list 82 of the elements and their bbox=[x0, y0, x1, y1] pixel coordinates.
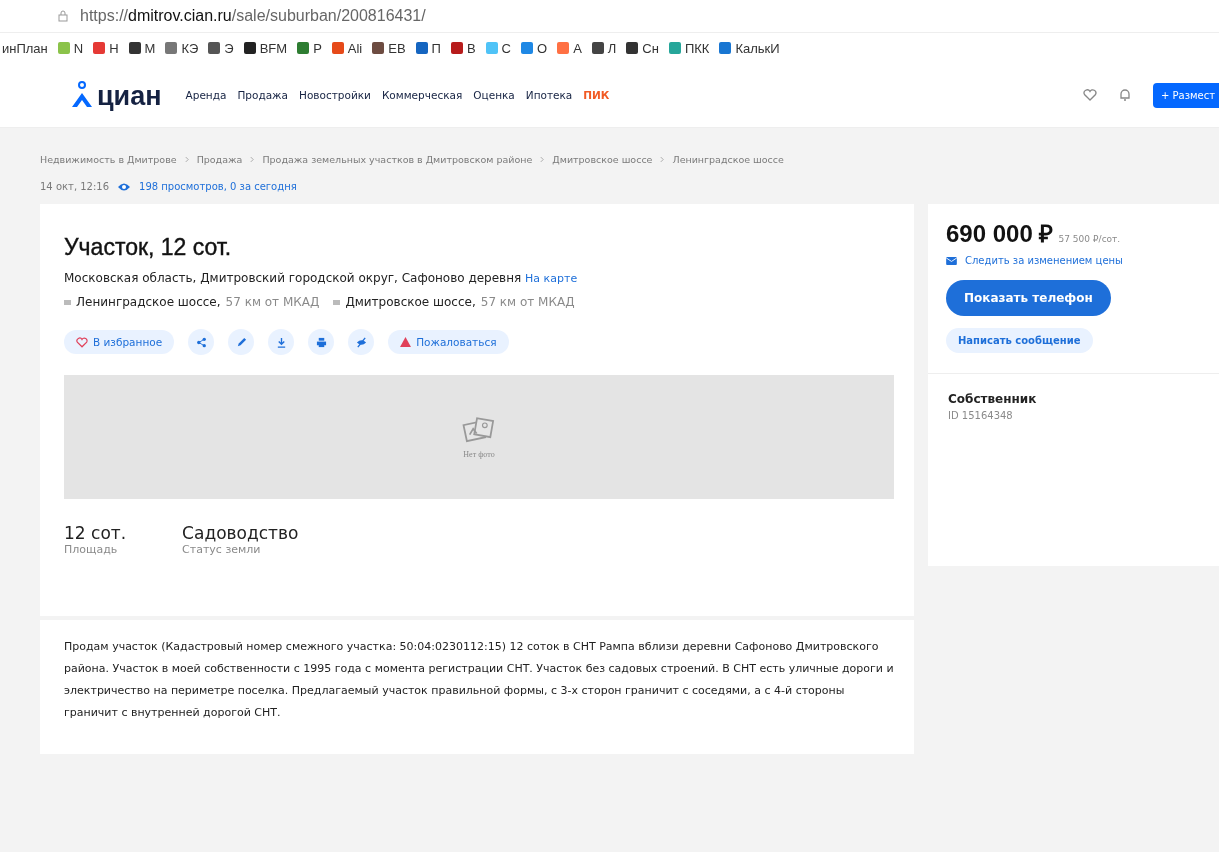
address-text: Московская область, Дмитровский городской округ, Сафоново деревня bbox=[64, 271, 522, 285]
photos-icon bbox=[462, 415, 496, 444]
print-button[interactable] bbox=[308, 329, 335, 355]
hide-button[interactable] bbox=[348, 329, 375, 355]
highway-icon bbox=[333, 299, 341, 305]
address-field[interactable]: https://dmitrov.cian.ru/sale/suburban/200816431/ bbox=[80, 7, 426, 25]
breadcrumb-link[interactable]: Продажа bbox=[196, 154, 243, 165]
bookmark[interactable]: Сн bbox=[626, 40, 659, 56]
nav-link[interactable]: Коммерческая bbox=[381, 89, 463, 101]
chevron-icon bbox=[540, 156, 545, 163]
highway-name: Ленинградское шоссе, bbox=[76, 295, 221, 309]
bookmark[interactable]: N bbox=[57, 40, 84, 56]
chevron-icon bbox=[660, 156, 665, 163]
description-text: Продам участок (Кадастровый номер смежного участка: 50:04:0230112:15) 12 соток в СНТ Рампа вблизи деревни Сафоново Дмитровского района. Участок в моей собственности с 1995 года с момента регистрации СНТ. Участок без садовых строений. В СНТ есть уличные дороги и электричество на периметре поселка. Предлагаемый участок правильной формы, с 3-х сторон граничит с соседями, а с 4-й стороны граничит с внутренней дорогой СНТ. bbox=[64, 639, 894, 721]
favorite-button[interactable]: В избранное bbox=[64, 330, 175, 354]
heart-icon[interactable] bbox=[1082, 89, 1097, 101]
price: 690 000 ₽ bbox=[946, 220, 1054, 247]
breadcrumb-link[interactable]: Недвижимость в Дмитрове bbox=[40, 154, 177, 165]
bookmark[interactable]: Э bbox=[208, 40, 234, 56]
printer-icon bbox=[315, 336, 327, 348]
bookmark[interactable]: Л bbox=[591, 40, 617, 56]
owner-type: Собственник bbox=[948, 392, 1038, 406]
bookmark[interactable]: Ali bbox=[331, 40, 363, 56]
highway-icon bbox=[64, 299, 71, 305]
envelope-icon bbox=[946, 256, 957, 265]
download-button[interactable] bbox=[268, 329, 295, 355]
post-ad-button[interactable]: + Размест bbox=[1152, 82, 1219, 108]
edit-button[interactable] bbox=[228, 329, 255, 355]
bookmark[interactable]: А bbox=[557, 40, 582, 56]
bookmark[interactable]: С bbox=[485, 40, 511, 56]
heart-icon bbox=[76, 336, 88, 348]
crossed-eye-icon bbox=[355, 336, 367, 348]
lock-icon bbox=[58, 10, 68, 22]
nav-link[interactable]: Аренда bbox=[185, 89, 227, 101]
chevron-icon bbox=[184, 156, 189, 163]
bookmark[interactable]: Р bbox=[297, 40, 322, 56]
breadcrumb-link[interactable]: Ленинградское шоссе bbox=[672, 154, 784, 165]
fact-value: Садоводство bbox=[182, 523, 299, 543]
nav-link[interactable]: Оценка bbox=[473, 89, 515, 101]
highway-distance: 57 км от МКАД bbox=[480, 295, 575, 309]
bookmark[interactable]: В bbox=[450, 40, 476, 56]
listing-title: Участок, 12 сот. bbox=[64, 234, 233, 261]
nav-link[interactable]: Продажа bbox=[237, 89, 288, 101]
share-icon bbox=[195, 336, 207, 348]
fact-value: 12 сот. bbox=[64, 523, 127, 543]
nav-link[interactable]: Новостройки bbox=[299, 89, 371, 101]
owner-id: ID 15164348 bbox=[948, 410, 1014, 421]
price-per-unit: 57 500 ₽/сот. bbox=[1058, 234, 1121, 244]
show-phone-button[interactable]: Показать телефон bbox=[946, 280, 1111, 316]
share-button[interactable] bbox=[188, 329, 215, 355]
bell-icon[interactable] bbox=[1118, 88, 1131, 102]
bookmark[interactable]: Н bbox=[93, 40, 119, 56]
map-link[interactable]: На карте bbox=[525, 272, 578, 285]
bookmark[interactable]: П bbox=[415, 40, 441, 56]
bookmark[interactable]: инПлан bbox=[2, 40, 48, 56]
highway-distance: 57 км от МКАД bbox=[225, 295, 320, 309]
publish-date: 14 окт, 12:16 bbox=[40, 181, 110, 192]
logo-text: циан bbox=[97, 83, 162, 109]
highway-name: Дмитровское шоссе, bbox=[345, 295, 476, 309]
bookmark[interactable]: КЭ bbox=[165, 40, 199, 56]
bookmark[interactable]: ЕВ bbox=[372, 40, 406, 56]
warning-icon bbox=[400, 337, 412, 347]
breadcrumb-link[interactable]: Дмитровское шоссе bbox=[552, 154, 653, 165]
pencil-icon bbox=[235, 336, 247, 348]
watch-price-link[interactable]: Следить за изменением цены bbox=[946, 255, 1123, 266]
breadcrumb-link[interactable]: Продажа земельных участков в Дмитровском районе bbox=[262, 154, 533, 165]
message-button[interactable]: Написать сообщение bbox=[946, 328, 1093, 353]
bookmark[interactable]: ПКК bbox=[668, 40, 710, 56]
chevron-icon bbox=[250, 156, 255, 163]
bookmark[interactable]: О bbox=[521, 40, 548, 56]
complain-button[interactable]: Пожаловаться bbox=[388, 330, 509, 354]
no-photo-label: Нет фото bbox=[463, 449, 495, 459]
nav-link[interactable]: Ипотека bbox=[525, 89, 573, 101]
logo-icon bbox=[70, 81, 94, 109]
bookmark[interactable]: М bbox=[128, 40, 156, 56]
views-link[interactable]: 198 просмотров, 0 за сегодня bbox=[139, 181, 297, 192]
download-icon bbox=[275, 336, 287, 348]
bookmark[interactable]: КалькИ bbox=[719, 40, 780, 56]
fact-label: Статус земли bbox=[182, 543, 262, 556]
bookmark[interactable]: BFM bbox=[243, 40, 288, 56]
eye-icon bbox=[117, 181, 132, 192]
fact-label: Площадь bbox=[64, 543, 119, 556]
